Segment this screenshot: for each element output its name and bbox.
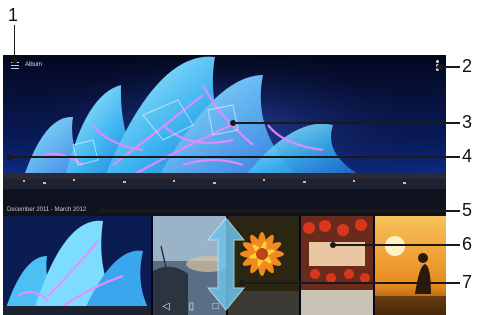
callout-7-leader [239,280,460,286]
thumbnail-opera-house[interactable] [3,216,151,315]
thumbnail-golden-sunset[interactable] [375,216,446,315]
callout-6-number: 6 [462,234,473,254]
system-navigation-bar: ◁ ▯ □ [153,298,228,315]
callout-4-leader [7,154,460,160]
callout-2-leader [437,64,460,70]
callout-3-number: 3 [462,112,473,132]
callout-3-leader [230,120,460,126]
home-icon[interactable]: ▯ [189,301,195,312]
recent-apps-icon[interactable]: □ [213,301,219,312]
callout-2-number: 2 [462,56,473,76]
featured-photo[interactable]: Album [3,55,446,205]
callout-7-number: 7 [462,272,473,292]
thumbnail-grid: ◁ ▯ □ [3,216,446,315]
top-action-bar: Album [3,55,446,75]
callout-1-number: 1 [8,5,19,25]
callout-5-number: 5 [462,200,473,220]
album-title: Album [25,62,43,68]
gallery-screen: Album December 2011 - March 2012 ◁ ▯ □ [3,55,446,315]
callout-5-leader [99,208,460,214]
back-icon[interactable]: ◁ [162,301,170,312]
date-range-label: December 2011 - March 2012 [7,207,87,213]
opera-house-illustration [3,55,446,205]
callout-6-leader [330,242,460,248]
thumbnail-red-market[interactable] [301,216,373,315]
callout-4-number: 4 [462,146,473,166]
callout-1-leader [12,25,17,64]
